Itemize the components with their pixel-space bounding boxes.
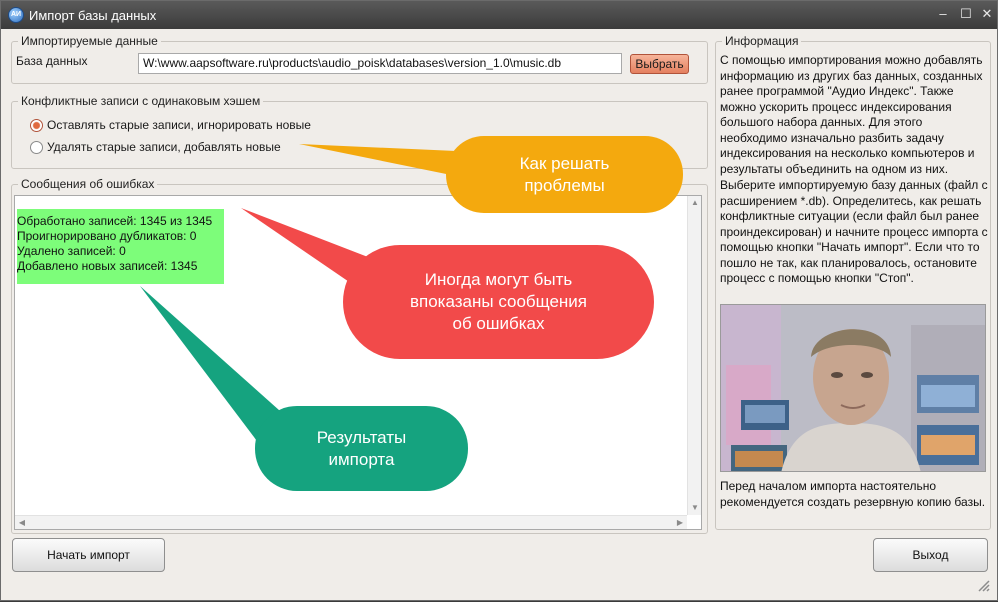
results-callout: Результаты импорта	[255, 406, 468, 491]
import-database-window: АИ Импорт базы данных – ☐ ✕ Импортируемы…	[0, 0, 998, 601]
conflicts-callout-text: Как решать проблемы	[519, 153, 610, 195]
conflicts-callout: Как решать проблемы	[446, 136, 683, 213]
errors-callout: Иногда могут быть впоказаны сообщения об…	[343, 245, 654, 359]
conflicts-callout-tail	[299, 144, 456, 176]
results-callout-text: Результаты импорта	[316, 427, 407, 469]
errors-callout-text: Иногда могут быть впоказаны сообщения об…	[409, 270, 588, 333]
